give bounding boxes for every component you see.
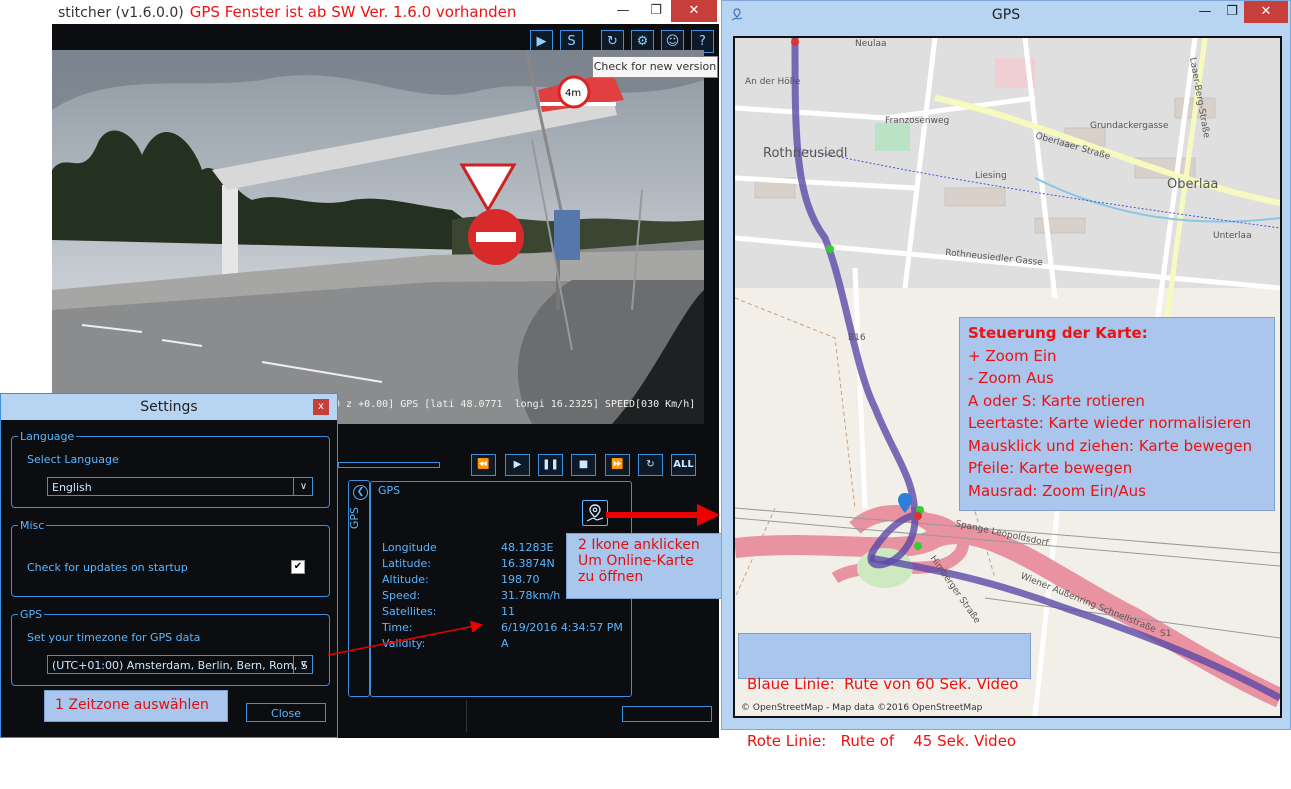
gps-window: GPS — ❐ ✕ Rothneusiedl Oberlaa Neulaa An… — [721, 0, 1291, 750]
label-s1: S1 — [1160, 629, 1171, 639]
map-controls-help: Steuerung der Karte: + Zoom Ein - Zoom A… — [959, 317, 1275, 511]
map-help-line: Mausrad: Zoom Ein/Aus — [968, 481, 1146, 500]
status-field — [622, 706, 712, 722]
gps-value-speed: 31.78km/h — [501, 589, 561, 602]
svg-text:4m: 4m — [565, 88, 581, 99]
map-pin-glyph — [586, 504, 604, 522]
video-frame[interactable]: 4m — [52, 50, 704, 424]
close-button[interactable]: ✕ — [1244, 1, 1288, 23]
gps-value-time: 6/19/2016 4:34:57 PM — [501, 621, 623, 634]
close-button[interactable]: ✕ — [671, 0, 717, 22]
label-grundacker: Grundackergasse — [1090, 121, 1169, 131]
timezone-label: Set your timezone for GPS data — [27, 631, 201, 644]
dashcam-scene: 4m — [52, 50, 704, 424]
maximize-button[interactable]: ❐ — [641, 0, 671, 22]
tooltip-check-version: Check for new version — [592, 56, 718, 78]
close-button[interactable]: Close — [246, 703, 326, 722]
loop-button[interactable]: ↻ — [638, 454, 663, 476]
map-help-line: - Zoom Aus — [968, 369, 1054, 387]
annotation-step1: 1 Zeitzone auswählen — [44, 690, 228, 722]
label-rothneusiedl: Rothneusiedl — [763, 146, 847, 161]
label-franzosenweg: Franzosenweg — [885, 116, 949, 126]
route-legend: Blaue Linie: Rute von 60 Sek. Video Rote… — [738, 633, 1031, 750]
map-help-line: A oder S: Karte rotieren — [968, 391, 1145, 410]
map-pin-icon[interactable] — [582, 500, 608, 526]
status-divider — [466, 700, 467, 732]
gps-label-speed: Speed: — [382, 589, 421, 602]
label-oberlaa: Oberlaa — [1167, 177, 1218, 192]
chevron-down-icon[interactable]: ∨ — [293, 477, 313, 496]
step2-line3: zu öffnen — [578, 569, 644, 585]
chevron-down-icon[interactable]: ∨ — [293, 655, 313, 674]
label-an-der-hoelle: An der Hölle — [745, 77, 801, 87]
step2-line2: Um Online-Karte — [578, 553, 694, 569]
gps-label-latitude: Latitude: — [382, 557, 431, 570]
language-value: English — [52, 481, 92, 494]
play-button[interactable]: ▶ — [505, 454, 530, 476]
window-title: stitcher (v1.6.0.0) GPS Fenster ist ab SW… — [58, 3, 516, 21]
gps-label-satellites: Satellites: — [382, 605, 437, 618]
gps-group-title: GPS — [18, 608, 45, 621]
all-button[interactable]: ALL — [671, 454, 696, 476]
language-group-title: Language — [18, 430, 77, 443]
label-b16: B16 — [848, 333, 866, 343]
map-help-line: Leertaste: Karte wieder normalisieren — [968, 414, 1252, 432]
gps-side-label: GPS — [348, 507, 361, 530]
language-label: Select Language — [27, 453, 119, 466]
gps-panel-title: GPS — [378, 484, 401, 497]
app-title: stitcher (v1.6.0.0) — [58, 5, 184, 21]
language-select[interactable]: English — [47, 477, 313, 496]
annotation-step2: 2 Ikone anklicken Um Online-Karte zu öff… — [566, 533, 724, 599]
video-osd-text: 9 z +0.00] GPS [lati 48.0771 longi 16.23… — [334, 399, 696, 410]
pause-button[interactable]: ❚❚ — [538, 454, 563, 476]
label-unterlaa: Unterlaa — [1213, 231, 1252, 241]
map-help-line: + Zoom Ein — [968, 346, 1057, 365]
updates-label: Check for updates on startup — [27, 561, 188, 574]
gps-label-validity: Validity: — [382, 637, 426, 650]
gps-label-longitude: Longitude — [382, 541, 437, 554]
gps-value-altitude: 198.70 — [501, 573, 540, 586]
legend-blue: Blaue Linie: Rute von 60 Sek. Video — [747, 675, 1019, 693]
stitcher-titlebar: stitcher (v1.6.0.0) GPS Fenster ist ab SW… — [52, 0, 719, 24]
settings-close-icon[interactable]: x — [313, 399, 329, 415]
updates-checkbox[interactable]: ✔ — [291, 560, 305, 574]
settings-titlebar: Settings x — [1, 394, 337, 420]
map-help-title: Steuerung der Karte: — [968, 324, 1148, 342]
minimize-button[interactable]: — — [608, 0, 638, 22]
collapse-arrow-icon[interactable]: ❮ — [353, 485, 368, 500]
timezone-value: (UTC+01:00) Amsterdam, Berlin, Bern, Rom… — [52, 659, 308, 672]
rewind-button[interactable]: ⏪ — [471, 454, 496, 476]
timezone-select[interactable]: (UTC+01:00) Amsterdam, Berlin, Bern, Rom… — [47, 655, 313, 674]
gps-group — [11, 614, 330, 686]
title-annotation: GPS Fenster ist ab SW Ver. 1.6.0 vorhand… — [189, 3, 517, 21]
map-help-line: Pfeile: Karte bewegen — [968, 459, 1133, 477]
settings-title: Settings — [140, 399, 198, 415]
step2-line1: 2 Ikone anklicken — [578, 537, 700, 553]
progress-slider[interactable] — [338, 462, 440, 468]
label-neulaa: Neulaa — [855, 39, 887, 49]
map-help-line: Mausklick und ziehen: Karte bewegen — [968, 436, 1253, 455]
legend-red: Rote Linie: Rute of 45 Sek. Video — [747, 732, 1017, 750]
fast-forward-button[interactable]: ⏩ — [605, 454, 630, 476]
label-liesing: Liesing — [975, 171, 1007, 181]
settings-dialog: Settings x Language Select Language Engl… — [0, 393, 338, 738]
gps-label-altitude: Altitude: — [382, 573, 429, 586]
gps-label-time: Time: — [382, 621, 413, 634]
gps-value-validity: A — [501, 637, 509, 650]
minimize-button[interactable]: — — [1190, 1, 1220, 23]
misc-group-title: Misc — [18, 519, 47, 532]
maximize-button[interactable]: ❐ — [1217, 1, 1247, 23]
gps-value-satellites: 11 — [501, 605, 515, 618]
gps-value-latitude: 16.3874N — [501, 557, 555, 570]
stop-button[interactable]: ■ — [571, 454, 596, 476]
gps-value-longitude: 48.1283E — [501, 541, 554, 554]
language-group — [11, 436, 330, 508]
